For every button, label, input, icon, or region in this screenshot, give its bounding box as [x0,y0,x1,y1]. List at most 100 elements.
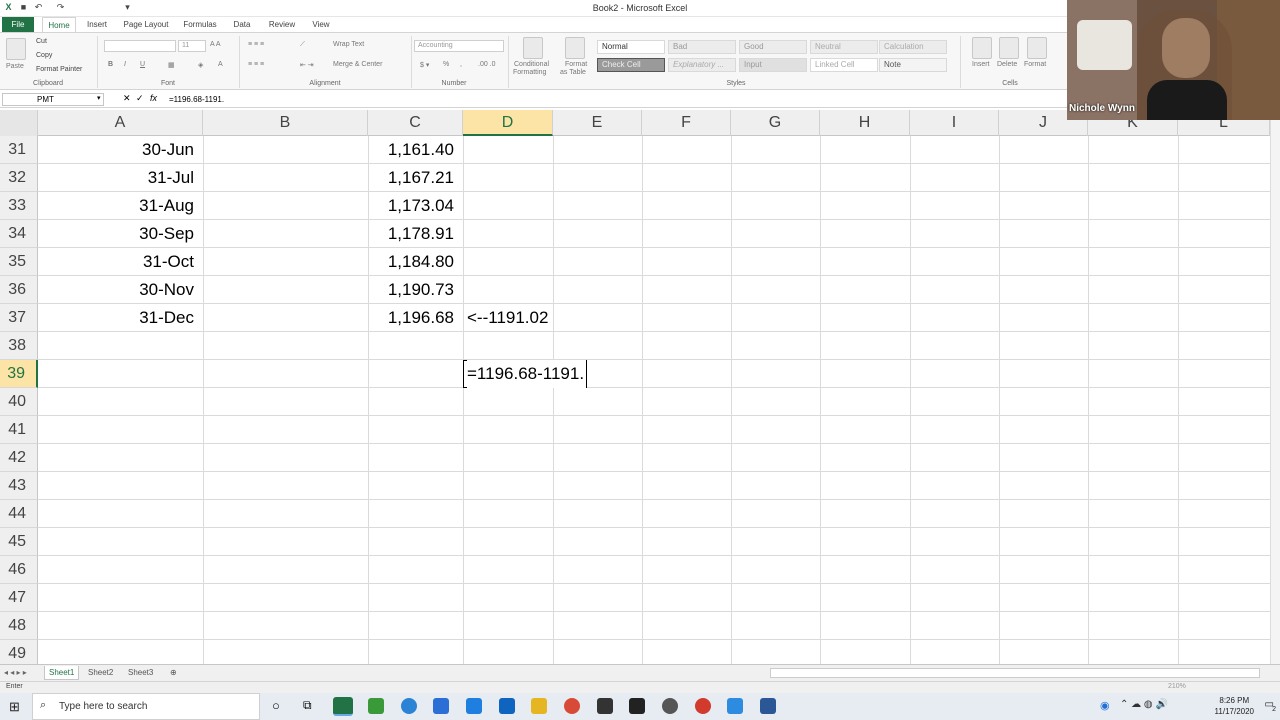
tab-data[interactable]: Data [228,17,256,32]
paste-button[interactable]: Paste [6,63,24,70]
cell-c48[interactable] [368,612,463,640]
row-header-31[interactable]: 31 [0,136,38,164]
style-explanatory[interactable]: Explanatory ... [668,58,736,72]
row-header-44[interactable]: 44 [0,500,38,528]
font-size-input[interactable]: 11 [178,40,206,52]
delete-cells-button[interactable]: Delete [997,61,1017,68]
wrap-text-button[interactable]: Wrap Text [333,41,364,48]
style-bad[interactable]: Bad [668,40,736,54]
cell-a37[interactable]: 31-Dec [38,304,203,332]
cell-c32[interactable]: 1,167.21 [368,164,463,192]
cell-c46[interactable] [368,556,463,584]
excel-taskbar-icon[interactable] [333,697,353,716]
taskbar-search[interactable]: Type here to search [32,693,260,720]
sheet-tab-sheet1[interactable]: Sheet1 [44,666,80,680]
delete-cells-icon[interactable] [999,37,1019,59]
font-name-input[interactable] [104,40,176,52]
cell-c47[interactable] [368,584,463,612]
cell-c45[interactable] [368,528,463,556]
cell-c44[interactable] [368,500,463,528]
tab-home[interactable]: Home [42,17,76,32]
cortana-icon[interactable]: ○ [272,698,280,713]
column-header-f[interactable]: F [642,110,731,136]
cell-c34[interactable]: 1,178.91 [368,220,463,248]
row-header-42[interactable]: 42 [0,444,38,472]
file-explorer-icon[interactable] [531,698,547,714]
cell-a46[interactable] [38,556,203,584]
calculator-icon[interactable] [433,698,449,714]
cell-a48[interactable] [38,612,203,640]
bold-icon[interactable]: B [108,61,113,68]
cell-a33[interactable]: 31-Aug [38,192,203,220]
comma-icon[interactable]: , [460,61,462,68]
tab-review[interactable]: Review [264,17,300,32]
row-header-34[interactable]: 34 [0,220,38,248]
cell-c35[interactable]: 1,184.80 [368,248,463,276]
cell-c43[interactable] [368,472,463,500]
task-view-icon[interactable]: ⧉ [303,698,312,713]
format-as-table-icon[interactable] [565,37,585,59]
cell-c37[interactable]: 1,196.68 [368,304,463,332]
cell-c33[interactable]: 1,173.04 [368,192,463,220]
music-icon[interactable] [662,698,678,714]
style-input[interactable]: Input [739,58,807,72]
cell-a40[interactable] [38,388,203,416]
row-header-33[interactable]: 33 [0,192,38,220]
cell-a32[interactable]: 31-Jul [38,164,203,192]
app-taskbar-icon-1[interactable] [368,698,384,714]
select-all-corner[interactable] [0,110,38,136]
borders-icon[interactable]: ▦ [168,61,175,69]
style-neutral[interactable]: Neutral [810,40,878,54]
row-header-39[interactable]: 39 [0,360,38,388]
chrome-icon[interactable] [564,698,580,714]
cell-a35[interactable]: 31-Oct [38,248,203,276]
style-note[interactable]: Note [879,58,947,72]
cell-a38[interactable] [38,332,203,360]
confirm-entry-icon[interactable]: ✓ [136,93,144,104]
insert-cells-button[interactable]: Insert [972,61,990,68]
zoom-level[interactable]: 210% [1168,683,1186,690]
cell-c41[interactable] [368,416,463,444]
horizontal-scrollbar[interactable] [770,668,1260,678]
style-normal[interactable]: Normal [597,40,665,54]
cell-a41[interactable] [38,416,203,444]
store-icon[interactable] [597,698,613,714]
column-header-h[interactable]: H [820,110,910,136]
cell-c42[interactable] [368,444,463,472]
font-color-icon[interactable]: A [218,61,223,68]
insert-cells-icon[interactable] [972,37,992,59]
paste-icon[interactable] [6,38,26,60]
format-cells-button[interactable]: Format [1024,61,1046,68]
name-box[interactable]: PMT [2,93,104,106]
style-calculation[interactable]: Calculation [879,40,947,54]
cell-a42[interactable] [38,444,203,472]
app-taskbar-icon-2[interactable] [695,698,711,714]
sheet-nav-icon[interactable]: ◂ ◂ ▸ ▸ [4,666,27,680]
taskbar-clock[interactable]: 8:26 PM 11/17/2020 [1215,695,1254,717]
conditional-formatting-label-2[interactable]: Formatting [513,69,546,76]
tab-page-layout[interactable]: Page Layout [120,17,172,32]
style-good[interactable]: Good [739,40,807,54]
format-painter-button[interactable]: Format Painter [36,66,82,73]
style-check-cell[interactable]: Check Cell [597,58,665,72]
tab-view[interactable]: View [306,17,336,32]
edge-icon[interactable] [401,698,417,714]
indent-icon[interactable]: ⇤ ⇥ [300,61,314,69]
percent-icon[interactable]: % [443,61,449,68]
left-align-icon[interactable]: ≡ ≡ ≡ [248,61,264,68]
row-header-37[interactable]: 37 [0,304,38,332]
row-header-41[interactable]: 41 [0,416,38,444]
cell-c39[interactable] [368,360,463,388]
active-cell-edit-text[interactable]: =1196.68-1191. [467,360,588,388]
currency-icon[interactable]: $ ▾ [420,61,429,69]
row-header-36[interactable]: 36 [0,276,38,304]
merge-center-button[interactable]: Merge & Center [333,61,382,68]
format-as-table-label-1[interactable]: Format [565,61,587,68]
cell-a44[interactable] [38,500,203,528]
decimal-icon[interactable]: .00 .0 [478,61,496,68]
copy-button[interactable]: Copy [36,52,52,59]
row-header-38[interactable]: 38 [0,332,38,360]
format-as-table-label-2[interactable]: as Table [560,69,586,76]
name-box-dropdown-icon[interactable]: ▾ [97,94,101,102]
row-header-45[interactable]: 45 [0,528,38,556]
